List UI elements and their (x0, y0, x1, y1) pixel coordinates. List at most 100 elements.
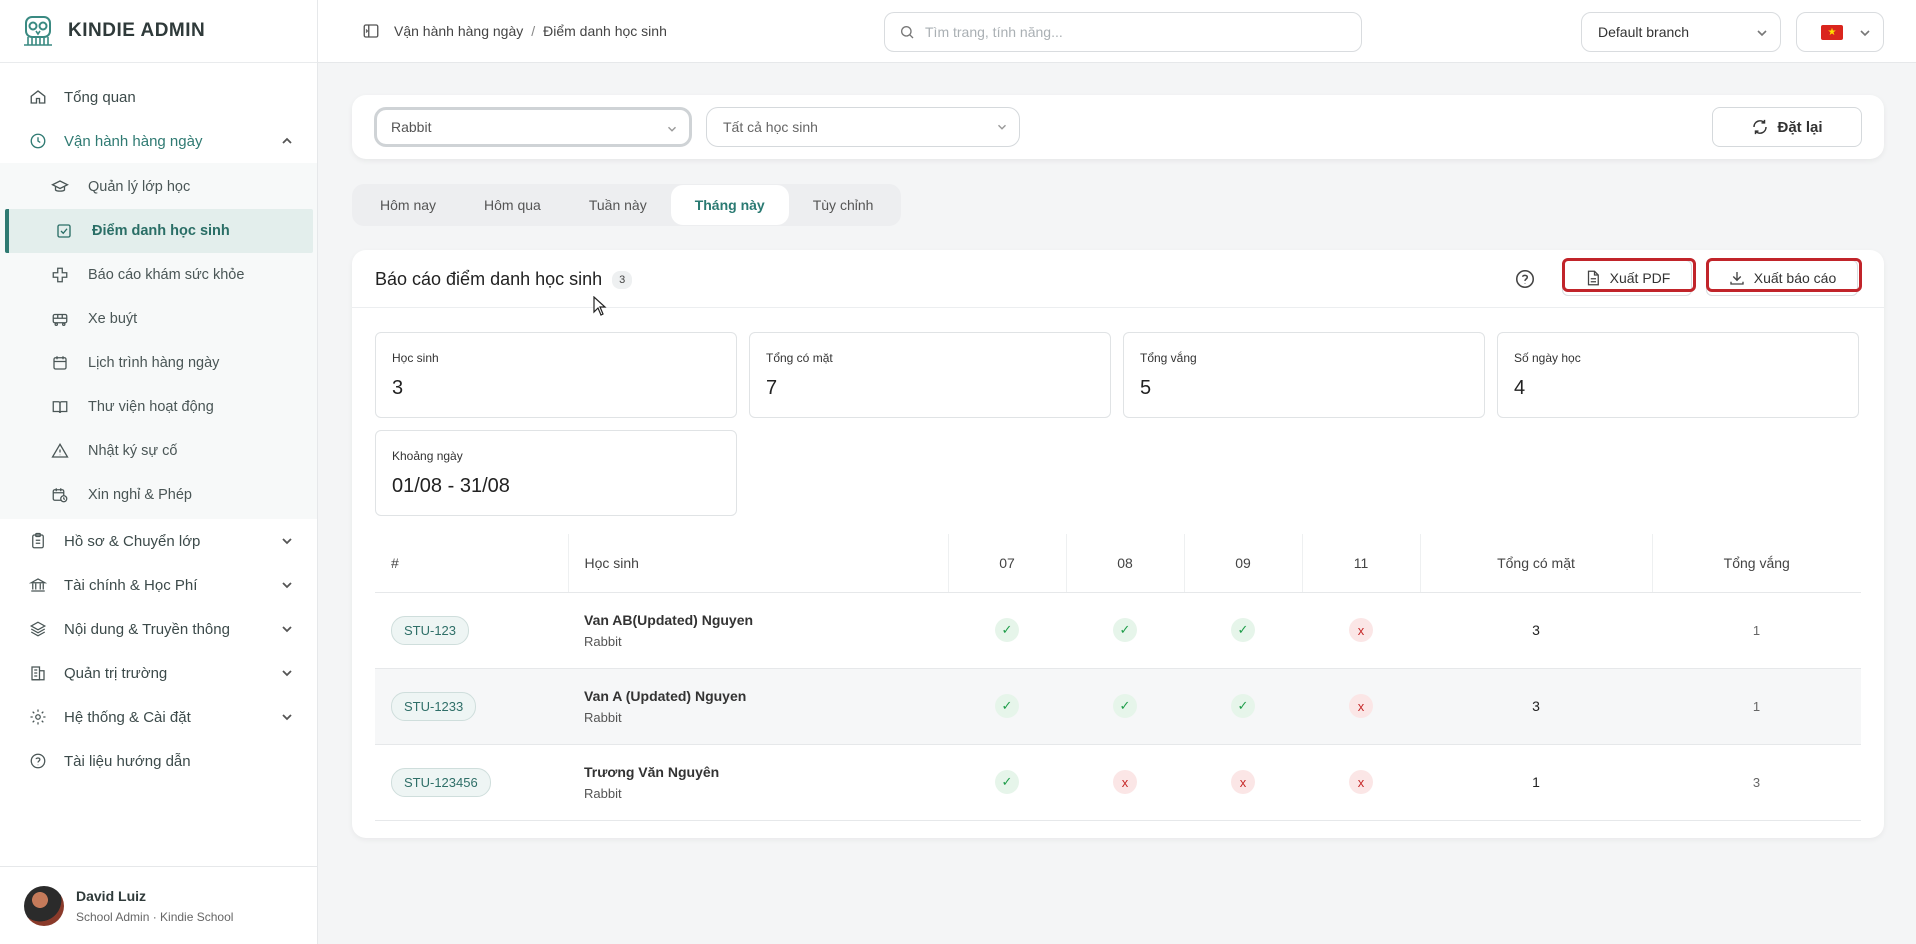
count-badge: 3 (612, 270, 633, 289)
file-icon (1587, 270, 1599, 286)
student-id-cell: STU-123 (375, 592, 568, 669)
chevron-down-icon (998, 124, 1006, 130)
total-absent-value: 3 (1752, 775, 1761, 790)
attendance-cell: ✓ (1066, 668, 1184, 745)
tab-custom[interactable]: Tùy chỉnh (789, 185, 898, 225)
breadcrumb-separator: / (531, 23, 536, 39)
student-id-badge[interactable]: STU-123456 (391, 767, 491, 797)
attendance-cell: ✓ (948, 744, 1066, 821)
stat-card-total-present: Tổng có mặt 7 (749, 332, 1111, 418)
export-pdf-button[interactable]: Xuất PDF (1562, 260, 1692, 296)
sidebar-item-class-management[interactable]: Quản lý lớp học (0, 165, 317, 209)
class-select[interactable]: Rabbit (374, 107, 692, 147)
chevron-down-icon[interactable] (279, 621, 295, 637)
present-check-icon: ✓ (995, 618, 1019, 642)
table-row[interactable]: STU-1233 Van A (Updated) Nguyen Rabbit ✓ ✓ ✓ x… (375, 668, 1861, 745)
sidebar-item-leave-requests[interactable]: Xin nghỉ & Phép (0, 473, 317, 517)
stat-value: 7 (766, 377, 778, 399)
sidebar-item-bus[interactable]: Xe buýt (0, 297, 317, 341)
user-profile[interactable]: David Luiz School Admin · Kindie School (0, 866, 318, 944)
table-row[interactable]: STU-123456 Trương Văn Nguyên Rabbit ✓ x x x 1 3 (375, 744, 1861, 821)
chevron-down-icon[interactable] (279, 709, 295, 725)
student-id-badge[interactable]: STU-123 (391, 615, 470, 645)
sidebar-item-label: Báo cáo khám sức khỏe (88, 267, 245, 283)
chevron-down-icon[interactable] (279, 665, 295, 681)
branch-select[interactable]: Default branch (1581, 12, 1781, 52)
sidebar-item-activity-library[interactable]: Thư viện hoạt động (0, 385, 317, 429)
class-select-value: Rabbit (391, 119, 432, 135)
sidebar-item-documentation[interactable]: Tài liệu hướng dẫn (0, 739, 317, 783)
building-icon (28, 663, 48, 683)
sidebar-item-daily-schedule[interactable]: Lịch trình hàng ngày (0, 341, 317, 385)
medical-cross-icon (50, 265, 70, 285)
attendance-cell: ✓ (948, 592, 1066, 669)
chevron-down-icon[interactable] (279, 533, 295, 549)
total-absent-value: 1 (1752, 699, 1761, 714)
stat-label: Số ngày học (1514, 351, 1581, 365)
absent-x-icon: x (1349, 618, 1373, 642)
student-name[interactable]: Van A (Updated) Nguyen (584, 688, 948, 704)
user-role: School Admin · Kindie School (76, 909, 234, 924)
attendance-cell: x (1302, 744, 1420, 821)
search-box[interactable] (884, 12, 1362, 52)
chevron-up-icon[interactable] (279, 133, 295, 149)
attendance-cell: x (1066, 744, 1184, 821)
reset-button[interactable]: Đặt lại (1712, 107, 1862, 147)
sidebar-item-attendance[interactable]: Điểm danh học sinh (5, 209, 313, 253)
student-name[interactable]: Trương Văn Nguyên (584, 764, 948, 780)
student-cell: Trương Văn Nguyên Rabbit (568, 744, 948, 821)
bank-icon (28, 575, 48, 595)
column-header: 08 (1065, 534, 1184, 593)
tab-today[interactable]: Hôm nay (356, 185, 460, 225)
breadcrumb-parent[interactable]: Vận hành hàng ngày (394, 23, 523, 39)
brand[interactable]: KINDIE ADMIN (0, 0, 317, 63)
daily-operations-submenu: Quản lý lớp học Điểm danh học sinh Báo c… (0, 163, 317, 519)
tab-this-week[interactable]: Tuần này (565, 185, 671, 225)
attendance-cell: ✓ (1066, 592, 1184, 669)
present-check-icon: ✓ (1231, 618, 1255, 642)
table-row[interactable]: STU-123 Van AB(Updated) Nguyen Rabbit ✓ ✓ ✓ x 3… (375, 592, 1861, 669)
breadcrumb-current: Điểm danh học sinh (543, 23, 667, 39)
sidebar-item-daily-operations[interactable]: Vận hành hàng ngày (0, 119, 317, 163)
sidebar-item-finance-fees[interactable]: Tài chính & Học Phí (0, 563, 317, 607)
stat-label: Tổng vắng (1140, 351, 1197, 365)
chevron-down-icon[interactable] (279, 577, 295, 593)
sidebar-item-incident-log[interactable]: Nhật ký sự cố (0, 429, 317, 473)
help-circle-icon[interactable] (1514, 268, 1536, 290)
search-input[interactable] (925, 24, 1325, 40)
absent-x-icon: x (1113, 770, 1137, 794)
sidebar-item-label: Quản trị trường (64, 664, 168, 682)
sidebar-item-school-admin[interactable]: Quản trị trường (0, 651, 317, 695)
stat-value: 5 (1140, 377, 1152, 399)
sidebar-item-system-settings[interactable]: Hệ thống & Cài đặt (0, 695, 317, 739)
sidebar-item-label: Thư viện hoạt động (88, 399, 214, 415)
language-select[interactable]: ★ (1796, 12, 1884, 52)
sidebar-toggle-icon[interactable] (362, 22, 380, 40)
absent-x-icon: x (1349, 770, 1373, 794)
attendance-cell: ✓ (1184, 592, 1302, 669)
sidebar-item-health-report[interactable]: Báo cáo khám sức khỏe (0, 253, 317, 297)
student-id-badge[interactable]: STU-1233 (391, 691, 477, 721)
column-header: Tổng vắng (1651, 534, 1861, 593)
present-check-icon: ✓ (1113, 618, 1137, 642)
student-name[interactable]: Van AB(Updated) Nguyen (584, 612, 948, 628)
column-header: 11 (1301, 534, 1420, 593)
sidebar-item-label: Quản lý lớp học (88, 179, 191, 195)
total-present-value: 3 (1532, 622, 1540, 638)
student-class: Rabbit (584, 709, 622, 725)
total-present-value: 3 (1532, 698, 1540, 714)
chevron-down-icon (1757, 30, 1767, 37)
tab-this-month[interactable]: Tháng này (670, 185, 789, 225)
sidebar-item-content-media[interactable]: Nội dung & Truyền thông (0, 607, 317, 651)
student-select[interactable]: Tất cả học sinh (706, 107, 1020, 147)
sidebar-item-overview[interactable]: Tổng quan (0, 75, 317, 119)
check-square-icon (54, 221, 74, 241)
tab-yesterday[interactable]: Hôm qua (460, 185, 565, 225)
student-class: Rabbit (584, 633, 622, 649)
sidebar-item-records-transfer[interactable]: Hồ sơ & Chuyển lớp (0, 519, 317, 563)
column-header: Học sinh (567, 534, 948, 593)
sidebar-item-label: Nhật ký sự cố (88, 443, 178, 459)
export-report-button[interactable]: Xuất báo cáo (1706, 260, 1858, 296)
stat-value: 4 (1514, 377, 1526, 399)
avatar (24, 885, 64, 926)
